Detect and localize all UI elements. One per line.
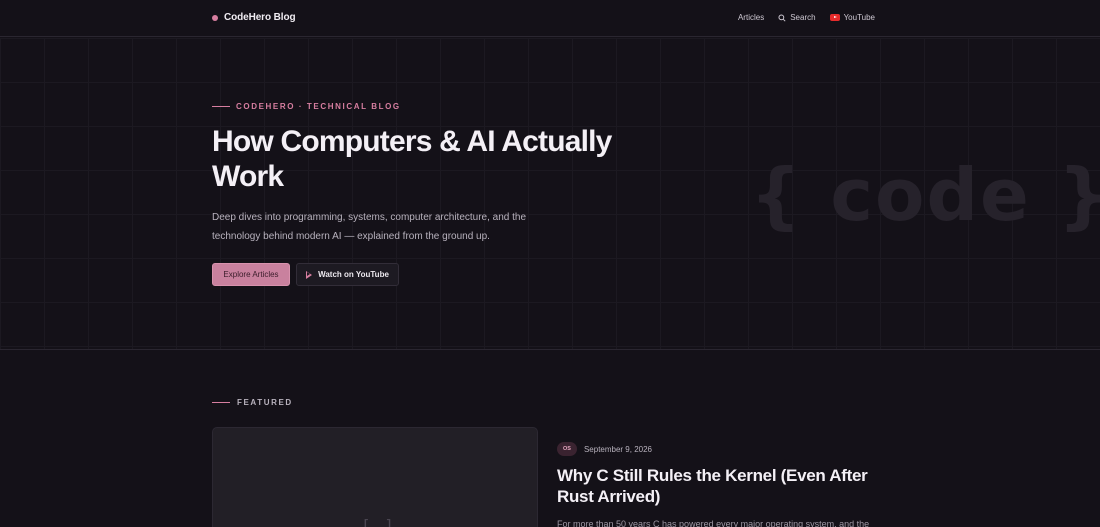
hero-title: How Computers & AI Actually Work	[212, 125, 612, 193]
nav-link-search[interactable]: Search	[778, 13, 816, 22]
post-meta: OS September 9, 2026	[557, 442, 652, 456]
post-date: September 9, 2026	[583, 444, 652, 454]
brand-name: CodeHero Blog	[224, 12, 296, 23]
nav-link-articles-label: Articles	[737, 13, 765, 22]
nav-link-search-label: Search	[790, 13, 816, 22]
featured-post-excerpt: For more than 50 years C has powered eve…	[557, 519, 870, 527]
explore-articles-button[interactable]: Explore Articles	[212, 263, 290, 286]
search-icon	[778, 13, 786, 22]
hero-description: Deep dives into programming, systems, co…	[212, 212, 527, 242]
hero-eyebrow: CODEHERO · TECHNICAL BLOG	[212, 102, 401, 111]
eyebrow-text: CODEHERO · TECHNICAL BLOG	[236, 102, 401, 111]
category-badge[interactable]: OS	[557, 442, 577, 456]
eyebrow-divider	[212, 106, 230, 107]
watch-youtube-button[interactable]: Watch on YouTube	[296, 263, 399, 286]
page: CodeHero Blog Articles Search YouTube { …	[0, 0, 1100, 527]
hero-section: { code } CODEHERO · TECHNICAL BLOG How C…	[0, 38, 1100, 350]
play-icon	[306, 270, 313, 279]
youtube-icon	[829, 14, 840, 21]
nav-link-articles[interactable]: Articles	[738, 13, 764, 22]
featured-divider	[212, 402, 230, 403]
featured-post-title[interactable]: Why C Still Rules the Kernel (Even After…	[557, 465, 887, 507]
nav-links: Articles Search YouTube	[738, 13, 875, 22]
watch-youtube-label: Watch on YouTube	[318, 270, 389, 279]
brand-logo[interactable]: CodeHero Blog	[212, 12, 296, 23]
image-placeholder-icon: [ ]	[361, 516, 396, 527]
brand-dot-icon	[212, 14, 218, 21]
featured-heading: FEATURED	[212, 398, 293, 407]
top-navbar: CodeHero Blog Articles Search YouTube	[0, 0, 1100, 37]
featured-post-image[interactable]: [ ]	[212, 427, 538, 527]
featured-label: FEATURED	[237, 398, 293, 407]
code-watermark: { code }	[750, 153, 1100, 237]
nav-link-youtube[interactable]: YouTube	[829, 13, 875, 22]
explore-articles-label: Explore Articles	[223, 270, 279, 279]
nav-link-youtube-label: YouTube	[843, 13, 875, 22]
